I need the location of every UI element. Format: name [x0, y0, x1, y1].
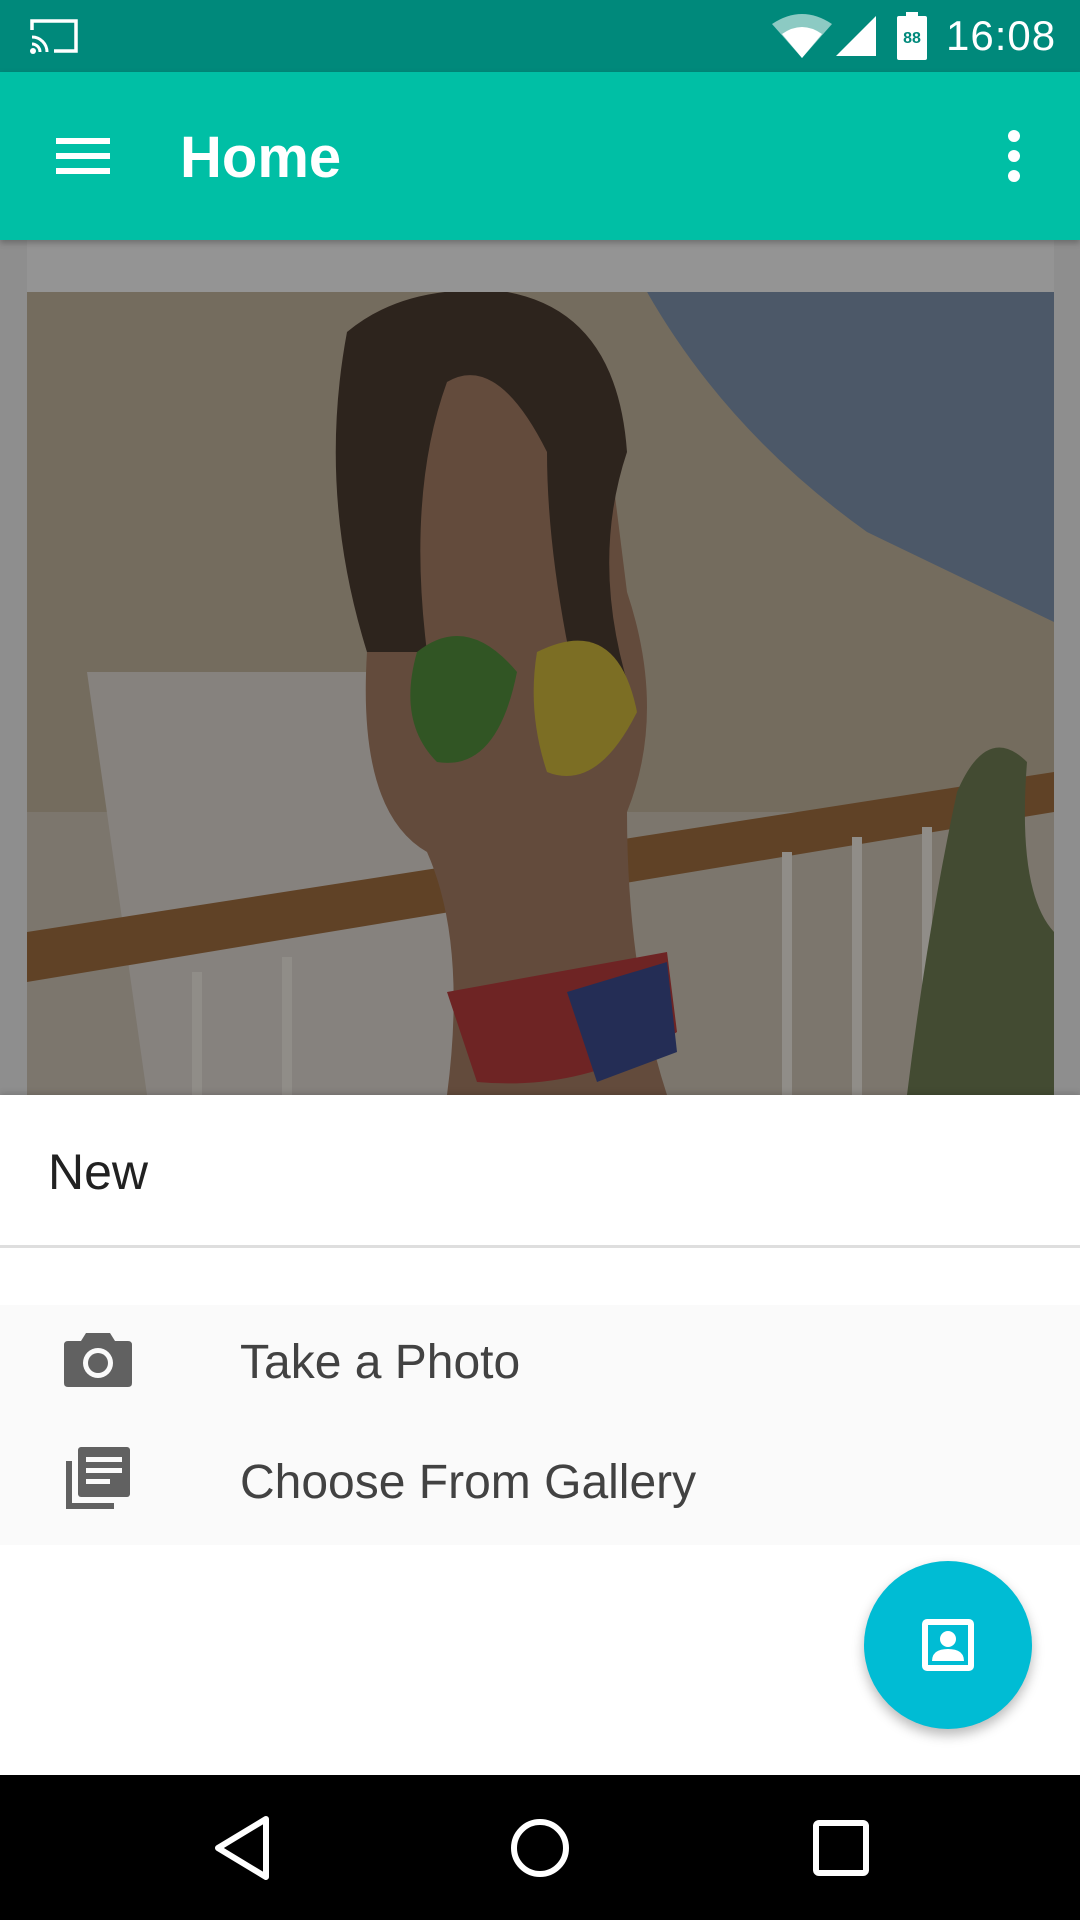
recents-icon[interactable] [806, 1813, 876, 1883]
gallery-list-icon [66, 1447, 130, 1509]
page-title: Home [180, 125, 342, 190]
take-photo-item[interactable]: Take a Photo [0, 1305, 1080, 1425]
battery-level: 88 [903, 30, 921, 47]
status-bar: 88 16:08 [0, 0, 1080, 72]
clock: 16:08 [946, 12, 1057, 59]
take-photo-label: Take a Photo [240, 1336, 521, 1389]
portrait-fab-button[interactable] [864, 1561, 1032, 1729]
back-icon[interactable] [210, 1813, 274, 1883]
home-icon[interactable] [506, 1813, 574, 1883]
more-vert-icon[interactable] [1000, 128, 1028, 184]
sheet-title: New [48, 1144, 149, 1200]
scrim-overlay[interactable] [0, 240, 1080, 1095]
hamburger-menu-icon[interactable] [50, 126, 116, 186]
choose-from-gallery-label: Choose From Gallery [240, 1456, 697, 1509]
divider [0, 1245, 1080, 1248]
cell-signal-icon [836, 16, 876, 56]
camera-icon [64, 1333, 132, 1387]
cast-icon [30, 19, 78, 54]
wifi-icon [772, 14, 832, 58]
navigation-bar [0, 1775, 1080, 1920]
app-bar: Home [0, 72, 1080, 240]
choose-from-gallery-item[interactable]: Choose From Gallery [0, 1425, 1080, 1545]
sheet-menu: Take a Photo Choose From Gallery [0, 1305, 1080, 1545]
portrait-icon [922, 1619, 974, 1671]
